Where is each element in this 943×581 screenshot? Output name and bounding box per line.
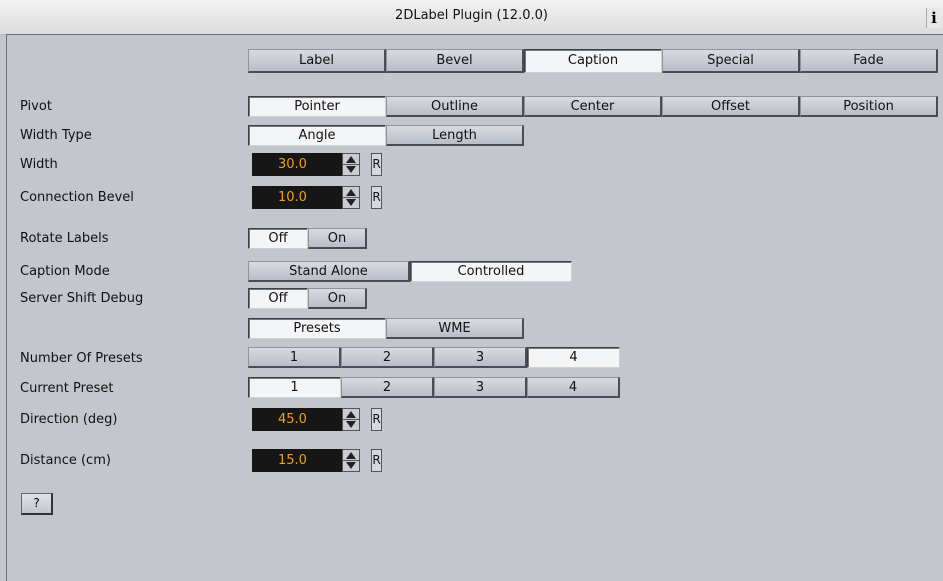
- width-reset-button[interactable]: R: [371, 153, 382, 176]
- width-label: Width: [20, 157, 58, 172]
- tab-fade[interactable]: Fade: [800, 49, 938, 73]
- pivot-offset-button[interactable]: Offset: [662, 96, 800, 117]
- number-of-presets-2-button[interactable]: 2: [341, 347, 434, 368]
- title-bar: 2DLabel Plugin (12.0.0) i: [0, 0, 943, 35]
- arrow-down-icon[interactable]: [346, 421, 356, 428]
- arrow-down-icon[interactable]: [346, 462, 356, 469]
- tab-caption[interactable]: Caption: [524, 49, 662, 73]
- arrow-up-icon[interactable]: [346, 189, 356, 196]
- current-preset-4-button[interactable]: 4: [527, 377, 620, 398]
- direction-spinner[interactable]: [342, 408, 360, 431]
- tab-bevel[interactable]: Bevel: [386, 49, 524, 73]
- width-spinner[interactable]: [342, 153, 360, 176]
- distance-value-field[interactable]: 15.0: [252, 449, 342, 472]
- width-type-angle-button[interactable]: Angle: [248, 125, 386, 146]
- tab-presets[interactable]: Presets: [248, 318, 386, 339]
- pivot-pointer-button[interactable]: Pointer: [248, 96, 386, 117]
- server-shift-debug-off-button[interactable]: Off: [248, 288, 308, 309]
- caption-mode-stand-alone-button[interactable]: Stand Alone: [248, 261, 410, 282]
- server-shift-debug-on-button[interactable]: On: [308, 288, 367, 309]
- current-preset-3-button[interactable]: 3: [434, 377, 527, 398]
- arrow-down-icon[interactable]: [346, 166, 356, 173]
- window-title: 2DLabel Plugin (12.0.0): [395, 8, 548, 23]
- direction-value-field[interactable]: 45.0: [252, 408, 342, 431]
- current-preset-2-button[interactable]: 2: [341, 377, 434, 398]
- caption-mode-label: Caption Mode: [20, 264, 110, 279]
- rotate-labels-label: Rotate Labels: [20, 231, 109, 246]
- direction-label: Direction (deg): [20, 412, 118, 427]
- caption-mode-controlled-button[interactable]: Controlled: [410, 261, 572, 282]
- pivot-center-button[interactable]: Center: [524, 96, 662, 117]
- arrow-up-icon[interactable]: [346, 452, 356, 459]
- tab-wme[interactable]: WME: [386, 318, 524, 339]
- tab-special[interactable]: Special: [662, 49, 800, 73]
- width-value-field[interactable]: 30.0: [252, 153, 342, 176]
- direction-reset-button[interactable]: R: [371, 408, 382, 431]
- number-of-presets-label: Number Of Presets: [20, 351, 143, 366]
- server-shift-debug-label: Server Shift Debug: [20, 291, 144, 306]
- connection-bevel-spinner[interactable]: [342, 186, 360, 209]
- info-icon[interactable]: i: [926, 8, 941, 28]
- help-button[interactable]: ?: [21, 493, 53, 515]
- tab-label[interactable]: Label: [248, 49, 386, 73]
- number-of-presets-3-button[interactable]: 3: [434, 347, 527, 368]
- rotate-labels-off-button[interactable]: Off: [248, 228, 308, 249]
- arrow-up-icon[interactable]: [346, 411, 356, 418]
- pivot-label: Pivot: [20, 99, 52, 114]
- connection-bevel-label: Connection Bevel: [20, 190, 134, 205]
- distance-reset-button[interactable]: R: [371, 449, 382, 472]
- distance-label: Distance (cm): [20, 453, 111, 468]
- pivot-outline-button[interactable]: Outline: [386, 96, 524, 117]
- connection-bevel-reset-button[interactable]: R: [371, 186, 382, 209]
- arrow-down-icon[interactable]: [346, 199, 356, 206]
- width-type-label: Width Type: [20, 128, 92, 143]
- distance-spinner[interactable]: [342, 449, 360, 472]
- number-of-presets-4-button[interactable]: 4: [527, 347, 620, 368]
- number-of-presets-1-button[interactable]: 1: [248, 347, 341, 368]
- pivot-position-button[interactable]: Position: [800, 96, 938, 117]
- current-preset-1-button[interactable]: 1: [248, 377, 341, 398]
- plugin-window: 2DLabel Plugin (12.0.0) i Label Bevel Ca…: [0, 0, 943, 581]
- connection-bevel-value-field[interactable]: 10.0: [252, 186, 342, 209]
- current-preset-label: Current Preset: [20, 381, 114, 396]
- settings-panel: Label Bevel Caption Special Fade Pivot P…: [6, 34, 943, 581]
- arrow-up-icon[interactable]: [346, 156, 356, 163]
- width-type-length-button[interactable]: Length: [386, 125, 524, 146]
- rotate-labels-on-button[interactable]: On: [308, 228, 367, 249]
